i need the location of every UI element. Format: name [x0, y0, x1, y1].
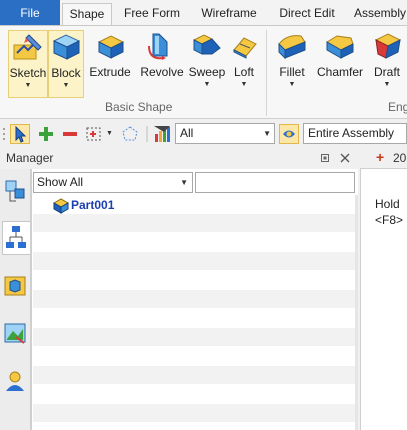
chevron-down-icon: ▼ — [263, 129, 271, 138]
tree-row — [33, 366, 355, 385]
sweep-icon — [190, 30, 224, 62]
tab-free-form[interactable]: Free Form — [118, 3, 186, 26]
sketch-button[interactable]: Sketch ▼ — [8, 30, 48, 98]
manager-header: Manager — [0, 148, 358, 169]
revolve-icon — [145, 30, 179, 62]
loft-label: Loft — [233, 65, 254, 79]
part-icon — [52, 197, 70, 214]
revolve-button[interactable]: Revolve — [140, 30, 184, 98]
tree-row — [33, 309, 355, 328]
filter-select-value: All — [180, 126, 194, 140]
tree-row — [33, 290, 355, 309]
tab-direct-edit[interactable]: Direct Edit — [272, 3, 342, 26]
extrude-button[interactable]: Extrude — [88, 30, 132, 98]
ribbon-tab-bar: File Shape Free Form Wireframe Direct Ed… — [0, 0, 407, 27]
toolbar-separator — [145, 124, 149, 144]
tree-row — [33, 252, 355, 271]
block-icon — [49, 31, 83, 63]
rail-history-button[interactable] — [2, 175, 30, 209]
tree-search-input[interactable] — [195, 172, 355, 193]
draft-label: Draft — [373, 65, 400, 79]
tree-row — [33, 214, 355, 233]
tab-assembly[interactable]: Assembly — [350, 3, 407, 26]
sketch-icon — [11, 31, 45, 63]
chevron-down-icon: ▼ — [180, 178, 188, 187]
draft-icon — [370, 30, 404, 62]
add-icon: + — [376, 149, 385, 165]
document-tab-label: 20 — [393, 151, 407, 165]
polygon-select-icon[interactable] — [120, 124, 140, 144]
remove-icon[interactable] — [60, 124, 80, 144]
ribbon-separator — [266, 30, 267, 116]
chevron-down-icon[interactable]: ▼ — [106, 124, 114, 144]
draft-button[interactable]: Draft ▼ — [368, 30, 406, 98]
pick-select-icon[interactable] — [10, 124, 30, 144]
show-filter-select[interactable]: Show All ▼ — [33, 172, 193, 193]
fillet-label: Fillet — [279, 65, 305, 79]
scope-select[interactable]: Entire Assembly — [303, 123, 407, 144]
scope-icon[interactable] — [279, 124, 299, 144]
sweep-button[interactable]: Sweep ▼ — [188, 30, 226, 98]
rail-assembly-tree-button[interactable] — [2, 221, 30, 255]
loft-icon — [228, 30, 262, 62]
chevron-down-icon[interactable]: ▼ — [368, 80, 406, 90]
extrude-label: Extrude — [89, 65, 131, 79]
hint-text: Hold <F8> — [375, 196, 403, 228]
chevron-down-icon[interactable]: ▼ — [188, 80, 226, 90]
ribbon-panel: Sketch ▼ Block ▼ Extrude Revolve Sweep ▼… — [0, 25, 407, 119]
rail-user-button[interactable] — [2, 365, 30, 399]
show-filter-value: Show All — [37, 175, 84, 189]
tab-shape[interactable]: Shape — [62, 3, 112, 27]
extrude-icon — [93, 30, 127, 62]
quick-toolbar: ▼ All ▼ Entire Assembly — [0, 120, 407, 147]
fillet-button[interactable]: Fillet ▼ — [272, 30, 312, 98]
chevron-down-icon[interactable]: ▼ — [228, 80, 260, 90]
block-button[interactable]: Block ▼ — [48, 30, 84, 98]
rail-part-button[interactable] — [2, 269, 30, 303]
tab-wireframe[interactable]: Wireframe — [194, 3, 264, 26]
tree-row — [33, 347, 355, 366]
graphics-area — [360, 148, 407, 430]
manager-side-rail — [0, 169, 31, 430]
scope-select-value: Entire Assembly — [308, 126, 395, 140]
loft-button[interactable]: Loft ▼ — [228, 30, 260, 98]
manager-title: Manager — [6, 151, 54, 165]
pin-icon[interactable] — [320, 152, 330, 162]
chevron-down-icon[interactable]: ▼ — [9, 81, 47, 91]
sketch-label: Sketch — [9, 66, 47, 80]
tab-file[interactable]: File — [0, 0, 60, 26]
tree-row — [33, 328, 355, 347]
document-tab[interactable]: + 20 — [360, 148, 407, 169]
hint-line-1: Hold — [375, 197, 400, 211]
tree-row — [33, 404, 355, 423]
group-label-basic-shape: Basic Shape — [105, 100, 173, 114]
sweep-label: Sweep — [188, 65, 226, 79]
group-label-engineering: Eng — [388, 100, 407, 114]
chevron-down-icon[interactable]: ▼ — [272, 80, 312, 90]
chevron-down-icon[interactable]: ▼ — [49, 81, 83, 91]
tree-item-label: Part001 — [71, 198, 115, 212]
tree-scrollbar[interactable] — [355, 195, 358, 430]
tree-row — [33, 271, 355, 290]
rail-view-button[interactable] — [2, 317, 30, 351]
block-label: Block — [51, 66, 81, 80]
filter-select[interactable]: All ▼ — [175, 123, 275, 144]
close-icon[interactable] — [340, 152, 350, 163]
chamfer-icon — [323, 30, 357, 62]
chamfer-label: Chamfer — [316, 65, 363, 79]
toolbar-grip — [2, 124, 6, 144]
tree-row — [33, 233, 355, 252]
tree-row — [33, 385, 355, 404]
tree-rows — [33, 195, 355, 430]
chamfer-button[interactable]: Chamfer — [314, 30, 366, 98]
revolve-label: Revolve — [140, 65, 184, 79]
add-icon[interactable] — [36, 124, 56, 144]
box-select-icon[interactable] — [84, 124, 104, 144]
hint-line-2: <F8> — [375, 213, 404, 227]
fillet-icon — [275, 30, 309, 62]
filter-icon[interactable] — [152, 124, 172, 144]
